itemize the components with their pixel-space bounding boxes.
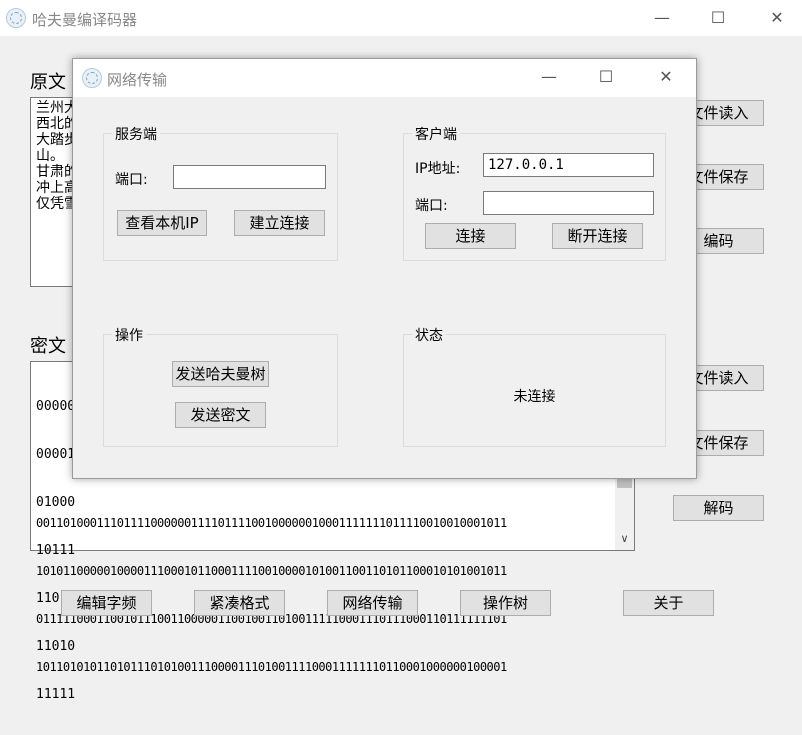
client-connect-button[interactable]: 连接 <box>425 223 516 249</box>
maximize-button[interactable]: ☐ <box>698 4 738 32</box>
cipher-line: 1011010101101011101010011100001110100111… <box>36 660 507 674</box>
client-ip-input[interactable] <box>483 153 654 177</box>
operate-tree-button[interactable]: 操作树 <box>460 590 551 616</box>
cipher-line: 00000 <box>36 399 76 414</box>
server-port-input[interactable] <box>173 165 326 189</box>
connection-status-text: 未连接 <box>513 389 556 405</box>
scroll-down-arrow-icon[interactable]: ∨ <box>617 532 632 546</box>
server-group-label: 服务端 <box>112 124 160 144</box>
client-port-input[interactable] <box>483 191 654 215</box>
cipher-line: 1010110000010000111000101100011110010000… <box>36 564 507 578</box>
server-listen-button[interactable]: 建立连接 <box>234 210 325 236</box>
client-port-label: 端口: <box>415 198 448 214</box>
compact-format-button[interactable]: 紧凑格式 <box>194 590 285 616</box>
send-cipher-button[interactable]: 发送密文 <box>175 402 266 428</box>
cipher-line: 0011010001110111100000011110111100100000… <box>36 516 507 530</box>
client-ip-label: IP地址: <box>415 161 461 177</box>
minimize-button[interactable]: — <box>642 4 682 32</box>
dialog-minimize-button[interactable]: — <box>529 63 569 91</box>
cipher-text-label: 密文 <box>30 336 66 357</box>
network-transfer-button[interactable]: 网络传输 <box>327 590 418 616</box>
operation-group-label: 操作 <box>112 325 146 345</box>
status-group-label: 状态 <box>412 325 446 345</box>
edit-char-freq-button[interactable]: 编辑字频 <box>61 590 152 616</box>
dialog-close-button[interactable]: ✕ <box>646 63 686 91</box>
cipher-line: 00001 <box>36 447 76 462</box>
server-port-label: 端口: <box>115 172 148 188</box>
client-disconnect-button[interactable]: 断开连接 <box>552 223 643 249</box>
app-icon <box>6 8 26 28</box>
decode-button[interactable]: 解码 <box>673 495 764 521</box>
operation-group <box>103 334 338 447</box>
dialog-app-icon <box>82 68 102 88</box>
send-huffman-tree-button[interactable]: 发送哈夫曼树 <box>172 361 269 387</box>
network-dialog: 网络传输 — ☐ ✕ 服务端 端口: 查看本机IP 建立连接 客户端 IP地址:… <box>72 58 697 479</box>
dialog-title: 网络传输 <box>107 71 168 89</box>
about-button[interactable]: 关于 <box>623 590 714 616</box>
main-window-title: 哈夫曼编译码器 <box>32 11 138 29</box>
client-group-label: 客户端 <box>412 124 460 144</box>
view-local-ip-button[interactable]: 查看本机IP <box>117 210 207 236</box>
close-button[interactable]: ✕ <box>757 4 797 32</box>
server-group <box>103 133 338 261</box>
original-text-label: 原文 <box>30 72 66 93</box>
dialog-maximize-button[interactable]: ☐ <box>586 63 626 91</box>
